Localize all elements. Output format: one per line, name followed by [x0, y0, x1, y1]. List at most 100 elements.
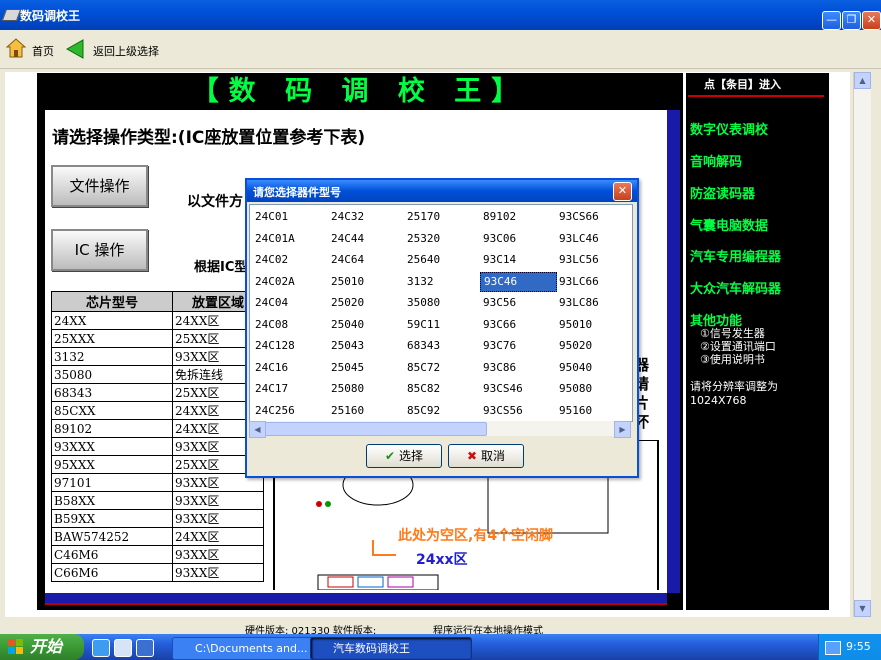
device-item[interactable]: 24C04 — [252, 293, 327, 313]
device-item[interactable]: 93C56 — [480, 293, 555, 313]
device-item[interactable]: 24C32 — [328, 207, 403, 227]
device-item[interactable]: 24C64 — [328, 250, 403, 270]
device-item[interactable]: 24C256 — [252, 401, 327, 421]
device-item[interactable]: 93LC66 — [556, 272, 631, 292]
ic-operation-button[interactable]: IC 操作 — [51, 229, 148, 271]
placement-zone-cell: 24XX区 — [172, 527, 264, 546]
device-item[interactable]: 93C14 — [480, 250, 555, 270]
home-icon[interactable] — [5, 37, 27, 59]
device-item[interactable]: 24C01A — [252, 229, 327, 249]
sidebar-item-programmer[interactable]: 汽车专用编程器 — [690, 246, 781, 265]
back-arrow-icon[interactable] — [65, 38, 87, 60]
dialog-title: 请您选择器件型号 — [253, 186, 341, 199]
chip-model-cell: C46M6 — [51, 545, 173, 564]
device-item[interactable]: 93C86 — [480, 358, 555, 378]
device-item[interactable]: 85C72 — [404, 358, 479, 378]
device-item[interactable]: 89102 — [480, 207, 555, 227]
device-item[interactable]: 3132 — [404, 272, 479, 292]
scroll-up-icon[interactable]: ▲ — [854, 72, 871, 89]
device-item[interactable]: 95020 — [556, 336, 631, 356]
device-item[interactable]: 25020 — [328, 293, 403, 313]
dialog-horizontal-scrollbar[interactable]: ◀ ▶ — [249, 421, 631, 438]
device-item[interactable]: 35080 — [404, 293, 479, 313]
maximize-button[interactable]: ❐ — [842, 11, 861, 30]
device-item[interactable]: 93LC86 — [556, 293, 631, 313]
device-item[interactable]: 24C08 — [252, 315, 327, 335]
device-item[interactable]: 93C06 — [480, 229, 555, 249]
title-bar[interactable] — [0, 0, 881, 30]
device-item[interactable]: 25640 — [404, 250, 479, 270]
device-item[interactable]: 25170 — [404, 207, 479, 227]
dialog-close-icon[interactable]: ✕ — [613, 182, 632, 201]
device-item[interactable]: 95080 — [556, 379, 631, 399]
device-item[interactable]: 93LC56 — [556, 250, 631, 270]
table-row: C46M6 93XX区 — [51, 545, 264, 564]
back-button-label[interactable]: 返回上级选择 — [93, 43, 159, 59]
device-item[interactable]: 25045 — [328, 358, 403, 378]
table-row: B59XX 93XX区 — [51, 509, 264, 528]
device-item[interactable]: 93LC46 — [556, 229, 631, 249]
desktop-icon[interactable] — [114, 639, 132, 657]
scroll-thumb[interactable] — [265, 422, 487, 436]
vertical-scrollbar[interactable]: ▲ ▼ — [853, 72, 871, 617]
sidebar-item-vw-decoder[interactable]: 大众汽车解码器 — [690, 278, 781, 297]
diagram-note: 此处为空区,有4个空闲脚 — [398, 528, 554, 544]
device-item[interactable]: 68343 — [404, 336, 479, 356]
table-row: 97101 93XX区 — [51, 473, 264, 492]
device-item[interactable]: 24C16 — [252, 358, 327, 378]
device-item[interactable]: 59C11 — [404, 315, 479, 335]
table-row: 25XXX 25XX区 — [51, 329, 264, 348]
device-item[interactable]: 93C46 — [480, 271, 557, 292]
device-item[interactable]: 93C76 — [480, 336, 555, 356]
task-app[interactable]: 汽车数码调校王 — [310, 637, 472, 660]
scroll-down-icon[interactable]: ▼ — [854, 600, 871, 617]
device-item[interactable]: 95040 — [556, 358, 631, 378]
device-item[interactable]: 25040 — [328, 315, 403, 335]
media-icon[interactable] — [136, 639, 154, 657]
ie-icon[interactable] — [92, 639, 110, 657]
chip-model-cell: 25XXX — [51, 329, 173, 348]
chip-model-cell: 97101 — [51, 473, 173, 492]
device-item[interactable]: 24C17 — [252, 379, 327, 399]
table-row: 35080 免拆连线 — [51, 365, 264, 384]
sidebar-item-dashboard[interactable]: 数字仪表调校 — [690, 119, 768, 138]
device-item[interactable]: 93CS66 — [556, 207, 631, 227]
network-icon[interactable] — [825, 641, 841, 655]
chip-placement-table: 芯片型号 放置区域 24XX 24XX区 25XXX 25XX区 3132 93XX区 35… — [51, 291, 264, 582]
device-item[interactable]: 24C44 — [328, 229, 403, 249]
close-button[interactable]: ✕ — [862, 11, 881, 30]
cancel-button[interactable]: ✖ 取消 — [448, 444, 524, 468]
device-list[interactable]: 24C01 24C01A 24C02 24C02A 24C04 24C08 24C128 24… — [249, 204, 633, 422]
minimize-button[interactable]: — — [822, 11, 841, 30]
file-operation-button[interactable]: 文件操作 — [51, 165, 148, 207]
device-item[interactable]: 25043 — [328, 336, 403, 356]
sidebar-item-immobilizer[interactable]: 防盗读码器 — [690, 183, 755, 202]
sidebar-subitem-manual[interactable]: ③使用说明书 — [700, 351, 765, 367]
choose-button[interactable]: ✔ 选择 — [366, 444, 442, 468]
start-button[interactable]: 开始 — [0, 634, 84, 660]
device-item[interactable]: 93C66 — [480, 315, 555, 335]
app-banner: 【数 码 调 校 王】 — [191, 76, 529, 107]
device-item[interactable]: 25010 — [328, 272, 403, 292]
device-item[interactable]: 85C92 — [404, 401, 479, 421]
device-item[interactable]: 25080 — [328, 379, 403, 399]
device-item[interactable]: 25160 — [328, 401, 403, 421]
device-item[interactable]: 24C02 — [252, 250, 327, 270]
task-explorer[interactable]: C:\Documents and... — [172, 637, 320, 660]
device-item[interactable]: 93CS56 — [480, 401, 555, 421]
scroll-left-icon[interactable]: ◀ — [249, 421, 266, 438]
device-item[interactable]: 25320 — [404, 229, 479, 249]
device-item[interactable]: 24C02A — [252, 272, 327, 292]
device-item[interactable]: 24C128 — [252, 336, 327, 356]
sidebar-item-audio-decode[interactable]: 音响解码 — [690, 151, 742, 170]
home-button-label[interactable]: 首页 — [32, 43, 54, 59]
device-item[interactable]: 93CS46 — [480, 379, 555, 399]
device-item[interactable]: 85C82 — [404, 379, 479, 399]
device-item[interactable]: 95010 — [556, 315, 631, 335]
device-item[interactable]: 24C01 — [252, 207, 327, 227]
device-select-dialog: 请您选择器件型号 ✕ 24C01 24C01A 24C02 24C02A 24C04 24… — [245, 178, 639, 478]
status-bar: 硬件版本: 021330 软件版本: 程序运行在本地操作模式 — [0, 622, 881, 634]
scroll-right-icon[interactable]: ▶ — [614, 421, 631, 438]
sidebar-item-airbag[interactable]: 气囊电脑数据 — [690, 215, 768, 234]
device-item[interactable]: 95160 — [556, 401, 631, 421]
